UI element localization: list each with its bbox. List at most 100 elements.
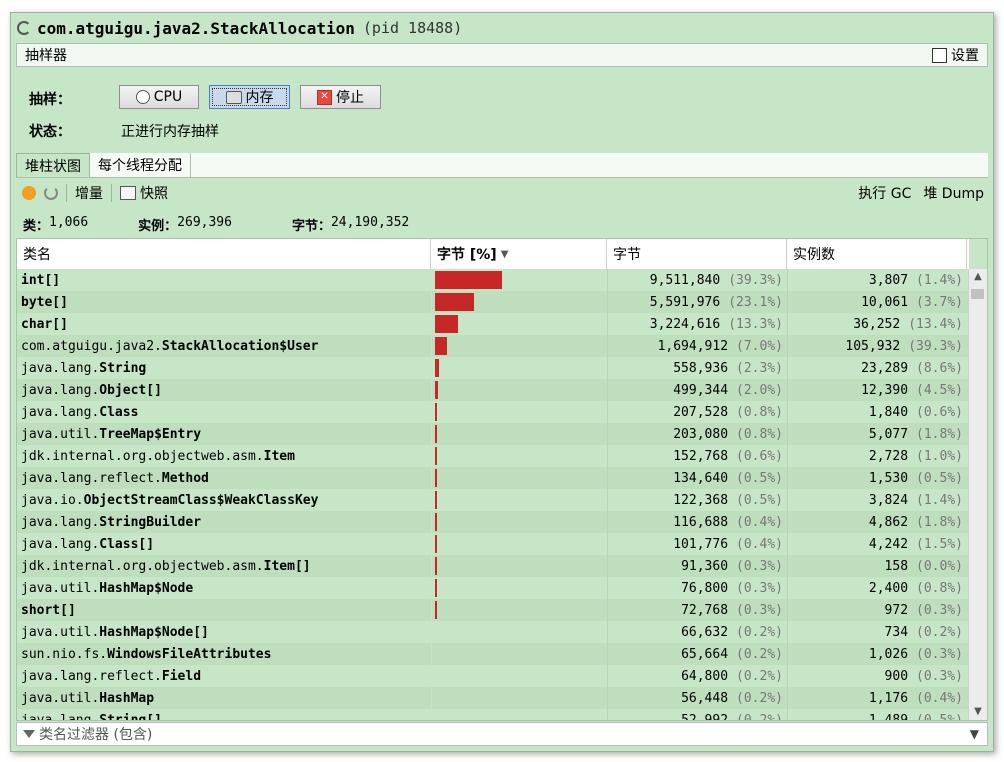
table-row[interactable]: java.lang. Class[] 101,776 (0.4%) 4,242 (1.5%…	[17, 533, 969, 555]
bytes-percent-value: (0.5%)	[736, 470, 783, 486]
column-class-name[interactable]: 类名	[17, 239, 431, 269]
class-name-cell: short[]	[17, 599, 431, 621]
class-name-cell: sun.nio.fs. WindowsFileAttributes	[17, 643, 431, 665]
tab-per-thread-allocation[interactable]: 每个线程分配	[90, 153, 191, 177]
class-simple-name: String[]	[99, 712, 162, 721]
table-row[interactable]: java.lang.reflect. Method 134,640 (0.5%) 1,5…	[17, 467, 969, 489]
stop-button[interactable]: ✕ 停止	[300, 85, 381, 109]
instances-percent-value: (3.7%)	[916, 294, 963, 310]
table-row[interactable]: java.util. HashMap$Node[] 66,632 (0.2%) 734 (…	[17, 621, 969, 643]
loading-icon	[17, 21, 31, 35]
snapshot-button[interactable]: 快照	[140, 183, 168, 203]
scroll-up-icon[interactable]: ▲	[969, 269, 987, 285]
column-bytes[interactable]: 字节	[607, 239, 787, 269]
class-name-filter[interactable]: 类名过滤器 (包含) ▼	[16, 722, 988, 746]
table-row[interactable]: jdk.internal.org.objectweb.asm. Item[] 91,…	[17, 555, 969, 577]
bytes-percent-bar	[435, 447, 437, 465]
bytes-percent-value: (13.3%)	[728, 316, 783, 332]
table-row[interactable]: java.lang.reflect. Field 64,800 (0.2%) 900 (0…	[17, 665, 969, 687]
settings-toggle[interactable]: 设置	[932, 45, 979, 65]
bytes-percent-value: (0.4%)	[736, 536, 783, 552]
bytes-percent-bar	[435, 491, 437, 509]
instances-cell: 2,400 (0.8%)	[787, 577, 967, 599]
table-row[interactable]: java.util. HashMap 56,448 (0.2%) 1,176 (0.4%)	[17, 687, 969, 709]
instances-percent-value: (1.4%)	[916, 492, 963, 508]
table-row[interactable]: byte[] 5,591,976 (23.1%) 10,061 (3.7%)	[17, 291, 969, 313]
table-row[interactable]: java.lang. Object[] 499,344 (2.0%) 12,390 (4.…	[17, 379, 969, 401]
memory-button[interactable]: 内存	[209, 85, 290, 109]
scroll-thumb[interactable]	[971, 289, 984, 299]
snapshot-icon	[120, 186, 136, 200]
class-simple-name: HashMap$Node[]	[99, 624, 209, 640]
bytes-percent-bar	[435, 667, 437, 685]
pause-icon[interactable]	[22, 186, 36, 200]
table-row[interactable]: sun.nio.fs. WindowsFileAttributes 65,664 (0…	[17, 643, 969, 665]
table-row[interactable]: com.atguigu.java2. StackAllocation$User 1,…	[17, 335, 969, 357]
bytes-percent-value: (0.5%)	[736, 492, 783, 508]
class-package: java.lang.	[21, 536, 100, 552]
chevron-down-icon[interactable]: ▼	[970, 727, 979, 741]
instances-value: 3,807	[868, 272, 909, 288]
window-pid: (pid 18488)	[362, 19, 463, 37]
class-name-cell: java.lang. Object[]	[17, 379, 431, 401]
column-instances[interactable]: 实例数	[787, 239, 967, 269]
vertical-scrollbar[interactable]: ▲ ▼	[968, 269, 987, 720]
settings-checkbox[interactable]	[932, 47, 947, 63]
bytes-percent-value: (0.4%)	[736, 514, 783, 530]
bytes-percent-bar	[435, 623, 437, 641]
class-name-cell: java.util. HashMap$Node[]	[17, 621, 431, 643]
summary-stats: 类： 1,066 实例： 269,396 字节： 24,190,352	[23, 215, 409, 234]
instances-value: 1,176	[868, 690, 909, 706]
instances-value: 2,728	[868, 448, 909, 464]
table-row[interactable]: java.lang. StringBuilder 116,688 (0.4%) 4,86…	[17, 511, 969, 533]
stop-button-label: 停止	[336, 90, 364, 106]
class-name-cell: java.io. ObjectStreamClass$WeakClassKey	[17, 489, 431, 511]
scroll-down-icon[interactable]: ▼	[969, 704, 987, 720]
class-name-cell: int[]	[17, 269, 431, 291]
status-value: 正进行内存抽样	[121, 124, 219, 140]
filter-placeholder: 类名过滤器 (包含)	[39, 727, 153, 743]
instances-percent-value: (1.0%)	[916, 448, 963, 464]
class-simple-name: byte[]	[21, 294, 68, 310]
instances-percent-value: (0.0%)	[916, 558, 963, 574]
profiler-window: com.atguigu.java2.StackAllocation (pid 1…	[10, 12, 994, 752]
bytes-percent-value: (0.2%)	[736, 646, 783, 662]
instances-percent-value: (4.5%)	[916, 382, 963, 398]
sampler-header: 抽样器 设置	[16, 43, 988, 67]
bytes-percent-cell	[431, 467, 607, 489]
class-name-cell: java.lang. Class	[17, 401, 431, 423]
bytes-percent-value: (0.3%)	[736, 558, 783, 574]
cpu-button[interactable]: CPU	[119, 85, 199, 109]
instances-value: 900	[884, 668, 909, 684]
table-row[interactable]: jdk.internal.org.objectweb.asm. Item 152,7…	[17, 445, 969, 467]
refresh-icon[interactable]	[44, 186, 58, 200]
class-simple-name: char[]	[21, 316, 68, 332]
table-row[interactable]: java.util. HashMap$Node 76,800 (0.3%) 2,400 (…	[17, 577, 969, 599]
instances-cell: 23,289 (8.6%)	[787, 357, 967, 379]
stop-icon: ✕	[317, 89, 332, 105]
table-row[interactable]: java.io. ObjectStreamClass$WeakClassKey 12…	[17, 489, 969, 511]
delta-button[interactable]: 增量	[75, 183, 103, 203]
instances-percent-value: (1.8%)	[916, 426, 963, 442]
bytes-value: 52,992	[681, 712, 729, 721]
bytes-value: 76,800	[681, 580, 729, 596]
table-row[interactable]: java.lang. Class 207,528 (0.8%) 1,840 (0.6%)	[17, 401, 969, 423]
column-bytes-percent[interactable]: 字节 [%] ▼	[431, 239, 607, 269]
table-row[interactable]: int[] 9,511,840 (39.3%) 3,807 (1.4%)	[17, 269, 969, 291]
table-row[interactable]: java.util. TreeMap$Entry 203,080 (0.8%) 5,07…	[17, 423, 969, 445]
table-row[interactable]: java.lang. String 558,936 (2.3%) 23,289 (8.6%…	[17, 357, 969, 379]
bytes-percent-cell	[431, 489, 607, 511]
table-row[interactable]: char[] 3,224,616 (13.3%) 36,252 (13.4%)	[17, 313, 969, 335]
bytes-count: 24,190,352	[330, 215, 410, 230]
heap-dump-button[interactable]: 堆 Dump	[923, 183, 984, 203]
table-row[interactable]: java.lang. String[] 52,992 (0.2%) 1,489 (0.5%…	[17, 709, 969, 721]
tab-heap-histogram[interactable]: 堆柱状图	[16, 153, 90, 177]
instances-percent-value: (13.4%)	[908, 316, 963, 332]
bytes-value: 134,640	[673, 470, 729, 486]
class-package: jdk.internal.org.objectweb.asm.	[21, 448, 264, 464]
instances-percent-value: (39.3%)	[908, 338, 963, 354]
bytes-value: 91,360	[681, 558, 729, 574]
perform-gc-button[interactable]: 执行 GC	[858, 183, 911, 203]
class-name-cell: jdk.internal.org.objectweb.asm. Item[]	[17, 555, 431, 577]
table-row[interactable]: short[] 72,768 (0.3%) 972 (0.3%)	[17, 599, 969, 621]
